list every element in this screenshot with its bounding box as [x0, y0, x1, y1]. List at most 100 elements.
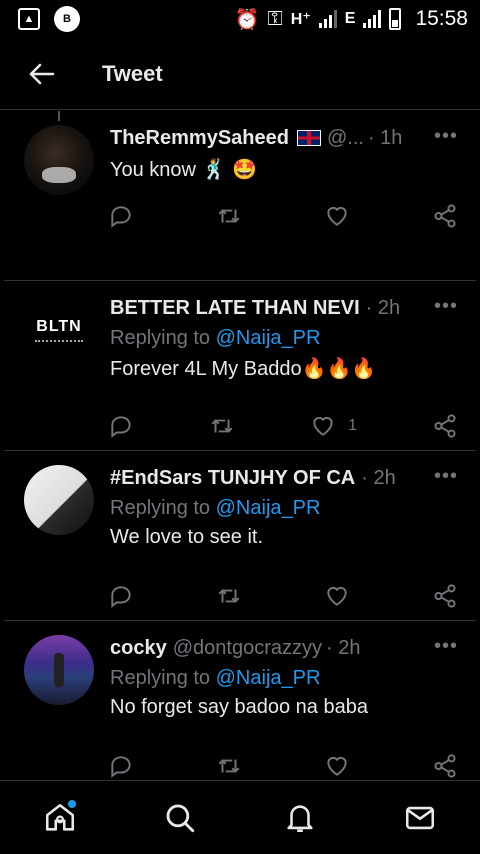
- reply-button[interactable]: [108, 413, 134, 439]
- tweet-text: Forever 4L My Baddo🔥🔥🔥: [110, 358, 377, 380]
- replying-to-label: Replying to: [110, 327, 216, 349]
- tweet-text: You know 🕺 🤩: [110, 159, 257, 181]
- retweet-icon: [218, 759, 240, 773]
- tweet-actions: [108, 201, 458, 231]
- tweet-actions: 1: [108, 411, 458, 441]
- mention-link[interactable]: @Naija_PR: [216, 497, 321, 519]
- key-icon: ⚿: [267, 7, 283, 30]
- more-options-icon[interactable]: •••: [434, 465, 458, 488]
- reply-icon: [111, 206, 131, 228]
- heart-icon: [313, 416, 333, 436]
- heart-icon: [327, 756, 347, 776]
- signal-icon: [318, 10, 337, 28]
- unread-dot: [68, 799, 76, 808]
- avatar[interactable]: [24, 125, 94, 195]
- search-icon: [166, 804, 195, 832]
- reply-button[interactable]: [108, 203, 134, 229]
- mention-link[interactable]: @Naija_PR: [216, 667, 321, 689]
- reply-button[interactable]: [108, 583, 134, 609]
- like-button[interactable]: 1: [310, 413, 357, 439]
- heart-icon: [327, 586, 347, 606]
- reply-icon: [111, 586, 131, 608]
- bottom-navigation: [0, 780, 480, 854]
- like-button[interactable]: [324, 583, 350, 609]
- nav-messages[interactable]: [390, 788, 450, 848]
- signal-icon-2: [363, 10, 382, 28]
- share-icon: [434, 584, 456, 608]
- retweet-icon: [211, 419, 233, 433]
- like-button[interactable]: [324, 203, 350, 229]
- reply-feed[interactable]: TheRemmySaheed @... · 1h ••• You know 🕺 …: [0, 111, 480, 781]
- reply-icon: [111, 416, 131, 438]
- share-button[interactable]: [432, 753, 458, 779]
- back-button[interactable]: [0, 38, 84, 110]
- more-options-icon[interactable]: •••: [434, 125, 458, 148]
- retweet-button[interactable]: [216, 753, 242, 779]
- mention-link[interactable]: @Naija_PR: [216, 327, 321, 349]
- replying-to-label: Replying to: [110, 667, 216, 689]
- retweet-button[interactable]: [216, 203, 242, 229]
- tweet-text: No forget say badoo na baba: [110, 696, 368, 718]
- alarm-icon: ⏰: [234, 8, 260, 31]
- like-button[interactable]: [324, 753, 350, 779]
- handle: @dontgocrazzyy: [172, 636, 322, 659]
- timestamp: · 2h: [361, 466, 396, 489]
- replying-to: Replying to @Naija_PR: [110, 497, 460, 520]
- back-arrow-icon: [29, 63, 55, 84]
- battery-icon: [389, 8, 402, 30]
- display-name[interactable]: TheRemmySaheed: [110, 127, 289, 150]
- avatar-logo-tagline: [35, 340, 83, 342]
- share-button[interactable]: [432, 203, 458, 229]
- network-type-1: H⁺: [290, 11, 311, 28]
- share-button[interactable]: [432, 413, 458, 439]
- uk-flag-icon: [296, 130, 321, 146]
- retweet-button[interactable]: [209, 413, 235, 439]
- clock: 15:58: [415, 7, 468, 30]
- reply-icon: [111, 756, 131, 778]
- thread-line: [58, 111, 60, 121]
- gallery-icon: ▲: [18, 8, 40, 30]
- display-name[interactable]: #EndSars TUNJHY OF CA: [110, 467, 355, 490]
- nav-notifications[interactable]: [270, 788, 330, 848]
- tweet-text: We love to see it.: [110, 526, 264, 548]
- status-bar: ▲ B ⏰ ⚿ H⁺ E 15:58: [0, 0, 480, 38]
- mail-icon: [405, 806, 435, 829]
- nav-home[interactable]: [30, 788, 90, 848]
- tweet-actions: [108, 581, 458, 611]
- tweet[interactable]: TheRemmySaheed @... · 1h ••• You know 🕺 …: [4, 111, 476, 281]
- share-icon: [434, 204, 456, 228]
- handle: @...: [326, 126, 364, 149]
- avatar-logo-text: BLTN: [36, 318, 82, 335]
- reply-button[interactable]: [108, 753, 134, 779]
- timestamp: · 1h: [367, 126, 403, 149]
- tweet[interactable]: cocky @dontgocrazzyy · 2h ••• Replying t…: [4, 621, 476, 781]
- tweet[interactable]: #EndSars TUNJHY OF CA · 2h ••• Replying …: [4, 451, 476, 621]
- nav-search[interactable]: [150, 788, 210, 848]
- retweet-icon: [218, 209, 240, 223]
- timestamp: · 2h: [325, 636, 361, 659]
- whatsapp-business-icon: B: [54, 6, 80, 32]
- bell-icon: [287, 804, 313, 832]
- timestamp: · 2h: [365, 296, 401, 319]
- share-button[interactable]: [432, 583, 458, 609]
- avatar[interactable]: [24, 465, 94, 535]
- like-count: 1: [348, 417, 357, 434]
- display-name[interactable]: cocky: [110, 637, 167, 660]
- replying-to: Replying to @Naija_PR: [110, 327, 460, 350]
- retweet-icon: [218, 589, 240, 603]
- avatar[interactable]: BLTN: [24, 295, 94, 365]
- avatar[interactable]: [24, 635, 94, 705]
- retweet-button[interactable]: [216, 583, 242, 609]
- page-title: Tweet: [102, 60, 163, 86]
- top-app-bar: Tweet: [0, 38, 480, 110]
- network-type-2: E: [344, 10, 356, 27]
- more-options-icon[interactable]: •••: [434, 635, 458, 658]
- display-name[interactable]: BETTER LATE THAN NEVI: [110, 297, 360, 320]
- more-options-icon[interactable]: •••: [434, 295, 458, 318]
- share-icon: [434, 414, 456, 438]
- tweet[interactable]: BLTN BETTER LATE THAN NEVI · 2h ••• Repl…: [4, 281, 476, 451]
- replying-to: Replying to @Naija_PR: [110, 667, 460, 690]
- heart-icon: [327, 206, 347, 226]
- share-icon: [434, 754, 456, 778]
- tweet-actions: [108, 751, 458, 781]
